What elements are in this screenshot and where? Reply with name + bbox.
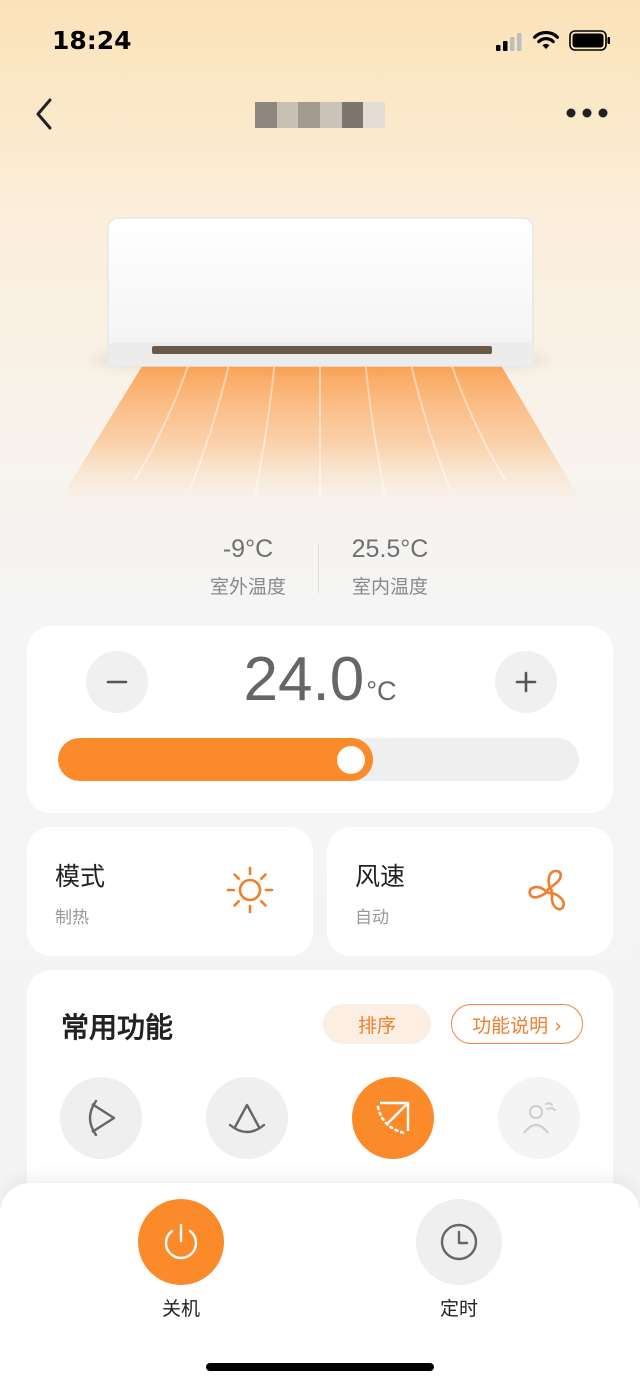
indoor-temperature: 25.5°C 室内温度: [310, 535, 470, 599]
home-indicator: [206, 1363, 434, 1371]
status-time: 18:24: [52, 26, 132, 55]
clock-icon: [440, 1223, 478, 1261]
setpoint-unit: °C: [366, 676, 397, 706]
fan-speed-value: 自动: [355, 908, 389, 928]
outdoor-temperature: -9°C 室外温度: [168, 535, 328, 599]
timer-label: 定时: [439, 1298, 478, 1320]
mode-title: 模式: [55, 862, 106, 891]
functions-title: 常用功能: [61, 1011, 174, 1044]
plus-icon: [515, 671, 537, 693]
power-icon: [164, 1223, 198, 1260]
power-label: 关机: [161, 1298, 200, 1320]
battery-icon: [569, 30, 610, 51]
slider-fill: [58, 738, 373, 781]
outdoor-temp-label: 室外温度: [209, 576, 286, 598]
swing-diagonal-button[interactable]: [352, 1077, 434, 1159]
swing-vertical-button[interactable]: [206, 1077, 288, 1159]
fan-speed-tile[interactable]: 风速 自动: [327, 827, 613, 956]
temperature-slider[interactable]: [58, 738, 579, 781]
back-icon[interactable]: [30, 94, 62, 134]
outdoor-temp-value: -9°C: [222, 535, 274, 563]
bottom-action-bar: 关机 定时: [0, 1183, 640, 1385]
sun-icon: [226, 866, 274, 914]
avoid-person-icon: [523, 1102, 556, 1134]
cellular-signal-icon: [496, 33, 522, 51]
device-title-obscured: [255, 102, 386, 128]
fan-icon: [528, 869, 565, 911]
swing-horizontal-icon: [88, 1099, 116, 1137]
climate-readouts: -9°C 室外温度 25.5°C 室内温度: [0, 535, 640, 605]
swing-vertical-icon: [228, 1103, 266, 1134]
sort-button[interactable]: 排序: [323, 1004, 431, 1044]
mode-tile[interactable]: 模式 制热: [27, 827, 313, 956]
mode-value: 制热: [55, 908, 89, 928]
swing-horizontal-button[interactable]: [60, 1077, 142, 1159]
timer-button[interactable]: [416, 1199, 502, 1285]
function-help-button[interactable]: 功能说明 ›: [451, 1004, 583, 1044]
setpoint-value: 24.0: [243, 645, 365, 714]
wifi-icon: [533, 30, 559, 49]
power-button[interactable]: [138, 1199, 224, 1285]
fan-speed-title: 风速: [355, 862, 406, 891]
avoid-person-button[interactable]: [498, 1077, 580, 1159]
indoor-temp-value: 25.5°C: [351, 535, 429, 563]
more-icon[interactable]: [562, 103, 612, 123]
indoor-temp-label: 室内温度: [351, 576, 428, 598]
swing-diagonal-icon: [376, 1101, 410, 1135]
increase-temp-button[interactable]: [495, 651, 557, 713]
status-bar: 18:24: [0, 0, 640, 80]
setpoint-card: 24.0°C: [27, 626, 613, 813]
slider-thumb[interactable]: [337, 746, 365, 774]
air-conditioner-illustration: [55, 217, 585, 508]
